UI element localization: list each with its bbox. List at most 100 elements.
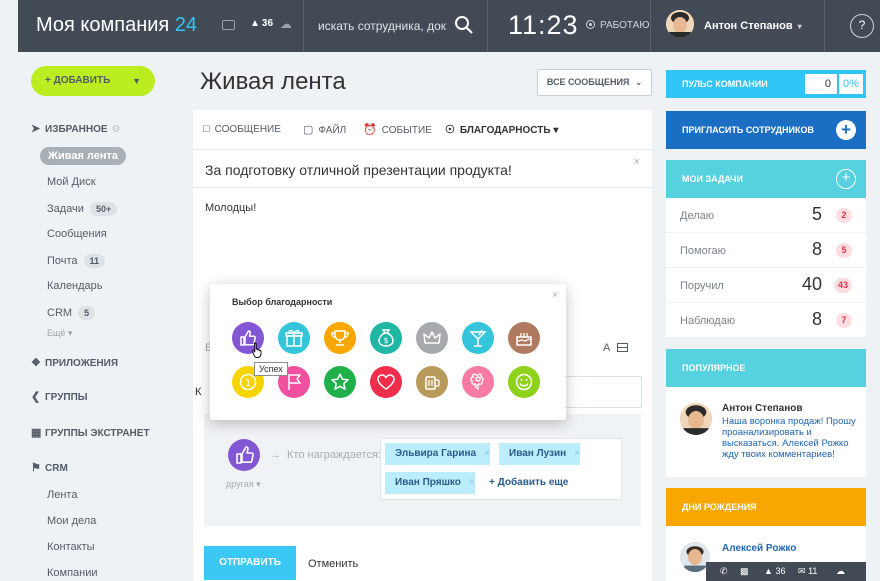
task-row-assigned[interactable]: Поручил 40 43 [666, 268, 866, 303]
sidebar-item-messages[interactable]: Сообщения [47, 228, 107, 240]
phone-icon[interactable]: ✆ [720, 566, 728, 577]
birthday-person[interactable]: Алексей Рожко [722, 543, 796, 554]
recipients-caption: → Кто награждается: [270, 449, 381, 461]
user-menu[interactable]: Антон Степанов ▾ [704, 20, 802, 32]
tab-file[interactable]: ▢ ФАЙЛ [303, 123, 346, 136]
star-icon[interactable] [324, 366, 356, 398]
section-extranet[interactable]: ▦ ГРУППЫ ЭКСТРАНЕТ [31, 426, 150, 439]
company-logo[interactable]: Моя компания 24 [36, 14, 197, 37]
close-icon[interactable]: × [634, 156, 640, 168]
user-tag[interactable]: Иван Лузин × [499, 443, 581, 465]
cloud-icon[interactable]: ☁ [836, 566, 845, 577]
task-row-watching[interactable]: Наблюдаю 8 7 [666, 303, 866, 338]
search-input[interactable] [318, 17, 448, 35]
cake-icon[interactable] [508, 322, 540, 354]
popular-post[interactable]: Антон Степанов Наша воронка продаж! Прош… [666, 387, 866, 477]
close-icon[interactable]: × [574, 448, 580, 459]
sidebar-item-label: Почта [47, 255, 78, 267]
status-icon [586, 20, 595, 29]
sidebar-item-my-drive[interactable]: Мой Диск [47, 176, 96, 188]
section-favorites[interactable]: ➤ ИЗБРАННОЕ ⚙ [31, 122, 121, 135]
sidebar-item-calendar[interactable]: Календарь [47, 280, 103, 292]
notifications-button[interactable]: ▲ 36 [250, 17, 273, 29]
send-button[interactable]: ОТПРАВИТЬ [204, 546, 296, 580]
cloud-icon[interactable]: ☁ [280, 17, 292, 31]
section-apps[interactable]: ❖ ПРИЛОЖЕНИЯ [31, 356, 118, 369]
popular-text[interactable]: Наша воронка продаж! Прошу проанализиров… [722, 416, 858, 460]
chat-icon[interactable] [222, 20, 235, 30]
invite-employees-button[interactable]: ПРИГЛАСИТЬ СОТРУДНИКОВ + [666, 111, 866, 149]
recipients-label: К [195, 386, 202, 398]
sidebar-item-tasks[interactable]: Задачи 50+ [47, 202, 118, 216]
cancel-button[interactable]: Отменить [308, 558, 358, 570]
filter-dropdown[interactable]: ВСЕ СООБЩЕНИЯ ⌄ [537, 69, 652, 96]
gear-icon[interactable]: ⚙ [112, 124, 121, 135]
mail-icon: ✉ [798, 566, 806, 576]
task-badge: 2 [836, 208, 852, 223]
sidebar-item-label: Живая лента [48, 150, 119, 162]
sidebar-item-my-deals[interactable]: Мои дела [47, 515, 96, 527]
flower-icon[interactable] [462, 366, 494, 398]
beer-icon[interactable] [416, 366, 448, 398]
add-button[interactable]: + ДОБАВИТЬ ▼ [31, 66, 155, 96]
section-groups[interactable]: ❮ ГРУППЫ [31, 390, 88, 403]
section-crm[interactable]: ⚑ CRM [31, 461, 68, 474]
sidebar-item-crm[interactable]: CRM 5 [47, 306, 96, 320]
smile-icon[interactable] [508, 366, 540, 398]
close-icon[interactable]: × [552, 290, 558, 301]
sidebar-item-label: Задачи [47, 203, 84, 215]
editor-format-tools[interactable]: A [603, 342, 629, 354]
birthdays-header: ДНИ РОЖДЕНИЯ [666, 488, 866, 526]
company-pulse[interactable]: ПУЛЬС КОМПАНИИ 0 0% [666, 70, 866, 98]
task-label: Поручил [680, 280, 724, 292]
theme-input[interactable] [205, 160, 625, 180]
cocktail-icon[interactable] [462, 322, 494, 354]
notifications-button[interactable]: ▲ 36 [764, 566, 785, 576]
task-row-helping[interactable]: Помогаю 8 5 [666, 233, 866, 268]
font-icon[interactable]: A [603, 342, 610, 354]
sidebar-item-mail[interactable]: Почта 11 [47, 254, 106, 268]
sidebar-item-crm-feed[interactable]: Лента [47, 489, 77, 501]
invite-label: ПРИГЛАСИТЬ СОТРУДНИКОВ [682, 125, 815, 135]
task-badge: 5 [836, 243, 852, 258]
my-tasks-header[interactable]: МОИ ЗАДАЧИ + [666, 160, 866, 198]
search-icon[interactable] [454, 15, 474, 35]
cup-icon[interactable] [324, 322, 356, 354]
user-tag-label: Иван Пряшко [395, 477, 461, 488]
panel-icon[interactable] [617, 343, 629, 352]
section-label: CRM [45, 463, 68, 474]
tab-gratitude[interactable]: ☉ БЛАГОДАРНОСТЬ ▾ [445, 123, 558, 136]
help-button[interactable]: ? [850, 14, 874, 38]
selected-gratitude-icon[interactable] [228, 439, 260, 471]
crown-icon[interactable] [416, 322, 448, 354]
add-more-link[interactable]: + Добавить еще [489, 477, 568, 488]
gift-icon[interactable] [278, 322, 310, 354]
chat-icon[interactable]: ▩ [740, 566, 749, 577]
clock[interactable]: 11:23 [508, 10, 579, 41]
user-tag[interactable]: Эльвира Гарина × [385, 443, 490, 465]
sidebar-item-contacts[interactable]: Контакты [47, 541, 95, 553]
user-tag[interactable]: Иван Пряшко × [385, 472, 475, 494]
user-avatar[interactable] [666, 10, 694, 38]
sidebar-item-companies[interactable]: Компании [47, 567, 98, 579]
tab-event[interactable]: ⏰ СОБЫТИЕ [363, 123, 432, 136]
add-task-icon[interactable]: + [836, 169, 856, 189]
sidebar-item-live-feed[interactable]: Живая лента [40, 147, 127, 165]
task-label: Наблюдаю [680, 315, 736, 327]
page-title: Живая лента [200, 68, 346, 95]
task-row-doing[interactable]: Делаю 5 2 [666, 198, 866, 233]
work-status[interactable]: РАБОТАЮ [586, 20, 649, 31]
divider [650, 0, 651, 52]
sidebar-more[interactable]: Ещё ▾ [47, 328, 72, 339]
tab-message[interactable]: □ СООБЩЕНИЕ [203, 123, 281, 135]
money-icon[interactable]: $ [370, 322, 402, 354]
other-gratitude-link[interactable]: другая ▾ [226, 479, 261, 490]
count-badge: 11 [83, 254, 106, 268]
avatar[interactable] [680, 403, 712, 435]
mail-button[interactable]: ✉ 11 [798, 566, 817, 577]
post-body[interactable]: Молодцы! [205, 202, 256, 214]
popular-author[interactable]: Антон Степанов [722, 403, 803, 414]
heart-icon[interactable] [370, 366, 402, 398]
close-icon[interactable]: × [484, 448, 490, 459]
close-icon[interactable]: × [469, 477, 475, 488]
